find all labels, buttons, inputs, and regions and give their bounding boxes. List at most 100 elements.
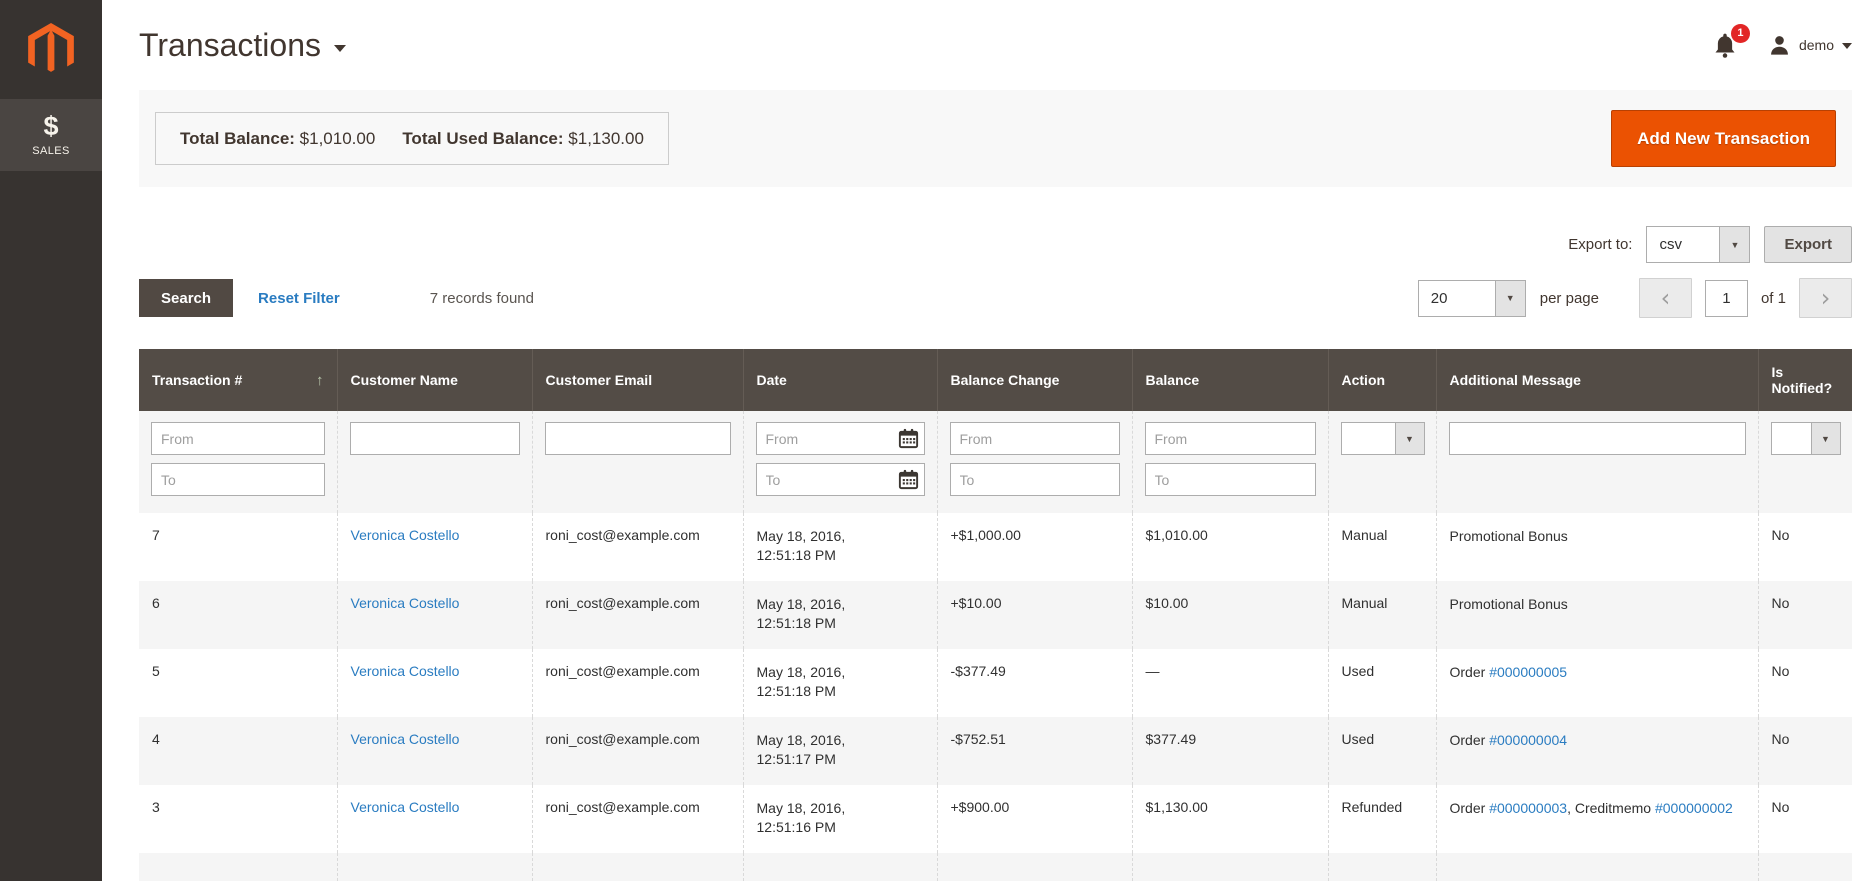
reset-filter-link[interactable]: Reset Filter xyxy=(258,290,340,307)
customer-name-link[interactable]: Veronica Costello xyxy=(351,731,460,747)
calendar-icon xyxy=(898,428,918,449)
cell-customer-email: roni_cost@example.com xyxy=(531,581,743,649)
summary-band: Total Balance: $1,010.00 Total Used Bala… xyxy=(139,90,1852,187)
export-format-select[interactable]: csv ▼ xyxy=(1646,226,1751,263)
table-row[interactable]: 3 Veronica Costello roni_cost@example.co… xyxy=(139,785,1852,853)
per-page-value: 20 xyxy=(1430,289,1448,307)
cell-customer-email: roni_cost@example.com xyxy=(531,513,743,581)
cell-is-notified: No xyxy=(1757,649,1852,717)
creditmemo-link[interactable]: #000000002 xyxy=(1655,800,1733,816)
column-header-customer-name[interactable]: Customer Name xyxy=(336,349,532,411)
notifications-count-badge: 1 xyxy=(1730,23,1750,43)
cell-action: Refunded xyxy=(1327,785,1436,853)
cell-action: Used xyxy=(1327,717,1436,785)
cell-date: May 18, 2016, 12:51:18 PM xyxy=(742,649,937,717)
customer-name-link[interactable]: Veronica Costello xyxy=(351,663,460,679)
cell-balance: $1,130.00 xyxy=(1131,785,1328,853)
grid-header-row: Transaction # ↑ Customer Name Customer E… xyxy=(139,349,1852,411)
table-row[interactable]: 4 Veronica Costello roni_cost@example.co… xyxy=(139,717,1852,785)
order-link[interactable]: #000000005 xyxy=(1489,664,1567,680)
filter-transaction-from-input[interactable] xyxy=(151,422,325,455)
user-caret-icon xyxy=(1842,43,1852,49)
user-icon xyxy=(1771,35,1788,55)
cell-action: Used xyxy=(1327,649,1436,717)
cell-balance-change: +$900.00 xyxy=(936,785,1132,853)
page-number-input[interactable] xyxy=(1704,279,1748,317)
cell-balance-change: -$377.49 xyxy=(936,649,1132,717)
total-used-balance-value: $1,130.00 xyxy=(568,128,644,148)
date-from-calendar-button[interactable] xyxy=(896,426,921,451)
filter-balance-change-from-input[interactable] xyxy=(949,422,1120,455)
user-menu[interactable]: demo xyxy=(1768,34,1852,57)
filter-balance-from-input[interactable] xyxy=(1144,422,1316,455)
notifications-button[interactable]: 1 xyxy=(1712,23,1750,59)
cell-transaction-id: 5 xyxy=(139,649,337,717)
column-header-date[interactable]: Date xyxy=(742,349,937,411)
table-row[interactable]: 7 Veronica Costello roni_cost@example.co… xyxy=(139,513,1852,581)
filter-additional-message-input[interactable] xyxy=(1448,422,1746,455)
cell-additional-message: Order #000000005 xyxy=(1435,649,1758,717)
date-to-calendar-button[interactable] xyxy=(896,467,921,492)
main-content: Transactions 1 demo Total Balance: $1,01… xyxy=(102,0,1869,881)
chevron-left-icon: ‹ xyxy=(1660,284,1671,312)
next-page-button[interactable]: › xyxy=(1799,278,1852,318)
grid-toolbar: Search Reset Filter 7 records found 20 ▼… xyxy=(139,278,1852,318)
chevron-down-icon: ▼ xyxy=(1494,280,1525,316)
order-link[interactable]: #000000003 xyxy=(1489,800,1567,816)
cell-transaction-id: 3 xyxy=(139,785,337,853)
filter-customer-name-input[interactable] xyxy=(349,422,520,455)
chevron-down-icon: ▼ xyxy=(1719,227,1750,262)
customer-name-link[interactable]: Veronica Costello xyxy=(351,595,460,611)
per-page-select[interactable]: 20 ▼ xyxy=(1417,279,1526,317)
cell-action: Manual xyxy=(1327,581,1436,649)
filter-transaction-to-input[interactable] xyxy=(151,463,325,496)
sidebar-item-sales[interactable]: $ SALES xyxy=(0,99,102,171)
export-row: Export to: csv ▼ Export xyxy=(139,226,1852,263)
filter-balance-change-to-input[interactable] xyxy=(949,463,1120,496)
column-header-action[interactable]: Action xyxy=(1327,349,1436,411)
column-header-balance-change[interactable]: Balance Change xyxy=(936,349,1132,411)
grid-toolbar-left: Search Reset Filter 7 records found xyxy=(139,279,534,317)
export-to-label: Export to: xyxy=(1568,236,1633,253)
table-row[interactable]: 6 Veronica Costello roni_cost@example.co… xyxy=(139,581,1852,649)
column-header-additional-message[interactable]: Additional Message xyxy=(1435,349,1758,411)
previous-page-button[interactable]: ‹ xyxy=(1638,278,1692,318)
chevron-right-icon: › xyxy=(1820,284,1831,312)
filter-balance-to-input[interactable] xyxy=(1144,463,1316,496)
cell-balance-change: +$10.00 xyxy=(936,581,1132,649)
cell-transaction-id: 6 xyxy=(139,581,337,649)
customer-name-link[interactable]: Veronica Costello xyxy=(351,799,460,815)
filter-customer-email-input[interactable] xyxy=(544,422,731,455)
filter-action-value xyxy=(1342,423,1395,454)
filter-action-select[interactable]: ▼ xyxy=(1340,422,1425,455)
cell-date: May 18, 2016, 12:51:16 PM xyxy=(742,785,937,853)
grid-filter-row: ▼ ▼ xyxy=(139,411,1852,513)
total-balance-label: Total Balance: xyxy=(180,128,295,148)
page-title-text: Transactions xyxy=(139,26,321,63)
table-row[interactable]: 5 Veronica Costello roni_cost@example.co… xyxy=(139,649,1852,717)
cell-date: May 18, 2016, 12:51:17 PM xyxy=(742,717,937,785)
cell-balance: $1,010.00 xyxy=(1131,513,1328,581)
header-actions: 1 demo xyxy=(1712,23,1852,59)
column-header-customer-email[interactable]: Customer Email xyxy=(531,349,743,411)
add-new-transaction-button[interactable]: Add New Transaction xyxy=(1611,110,1836,167)
search-button[interactable]: Search xyxy=(139,279,234,317)
cell-additional-message: Order #000000003, Creditmemo #000000002 xyxy=(1435,785,1758,853)
filter-is-notified-select[interactable]: ▼ xyxy=(1770,422,1841,455)
cell-balance: $10.00 xyxy=(1131,581,1328,649)
calendar-icon xyxy=(898,469,918,490)
title-caret-icon[interactable] xyxy=(334,44,346,52)
magento-logo[interactable] xyxy=(0,0,102,99)
order-link[interactable]: #000000004 xyxy=(1489,732,1567,748)
chevron-down-icon: ▼ xyxy=(1810,423,1840,454)
column-header-transaction-id[interactable]: Transaction # ↑ xyxy=(139,349,337,411)
customer-name-link[interactable]: Veronica Costello xyxy=(351,527,460,543)
cell-transaction-id: 4 xyxy=(139,717,337,785)
cell-additional-message: Order #000000004 xyxy=(1435,717,1758,785)
column-header-balance[interactable]: Balance xyxy=(1131,349,1328,411)
column-header-is-notified[interactable]: Is Notified? xyxy=(1757,349,1852,411)
cell-is-notified: No xyxy=(1757,785,1852,853)
cell-balance: $377.49 xyxy=(1131,717,1328,785)
cell-transaction-id: 7 xyxy=(139,513,337,581)
export-button[interactable]: Export xyxy=(1764,226,1852,263)
